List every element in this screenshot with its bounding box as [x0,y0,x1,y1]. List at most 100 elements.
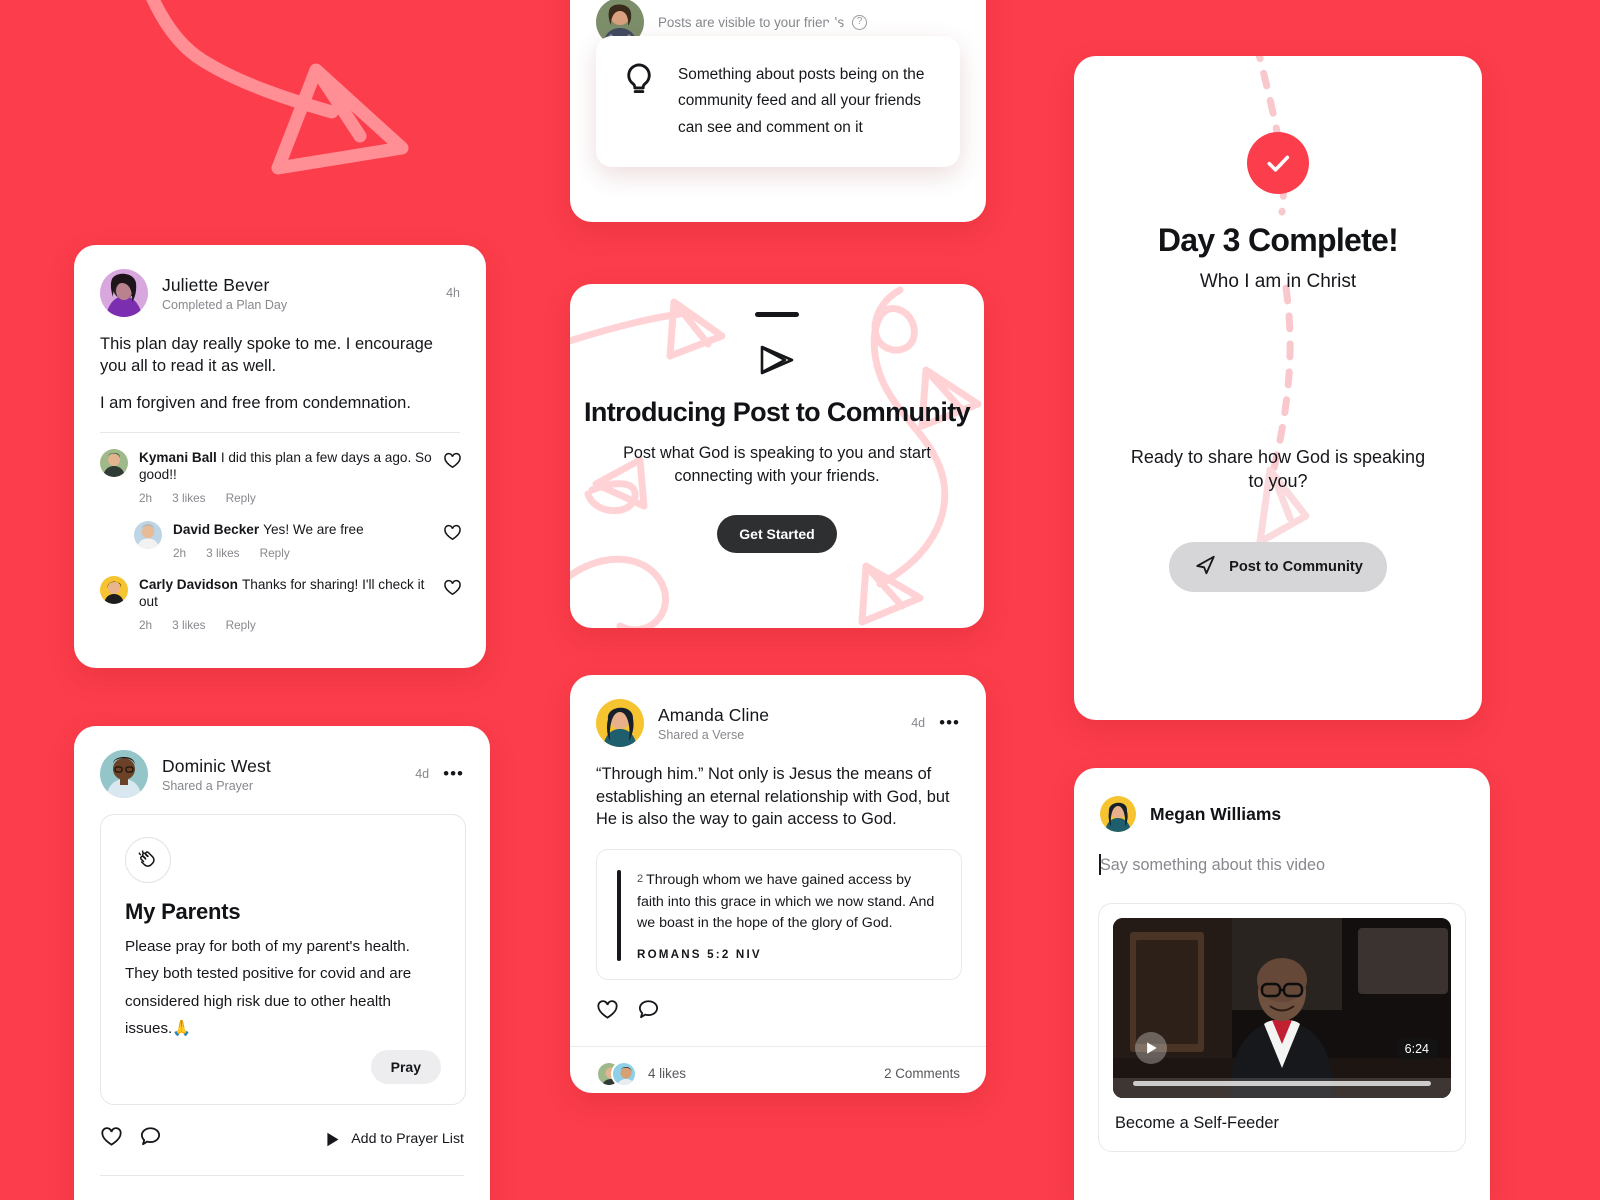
avatar[interactable] [100,448,128,477]
clapping-hands-icon [125,837,171,883]
comment-time: 2h [139,491,153,506]
day-complete-subtitle: Who I am in Christ [1199,271,1357,292]
comment-actions: 2h 3 likes Reply [139,491,435,505]
intro-title: Introducing Post to Community [583,397,971,427]
heart-icon[interactable] [443,451,462,475]
post-card-juliette[interactable]: Juliette Bever Completed a Plan Day 4h T… [74,245,486,668]
comment-bubble-icon[interactable] [637,998,660,1026]
overflow-menu-icon[interactable]: ••• [939,714,960,731]
screen: Juliette Bever Completed a Plan Day 4h T… [0,0,1600,1200]
day-complete-content: Day 3 Complete! Who I am in Christ Ready… [1074,56,1482,592]
play-triangle-icon [327,1132,339,1147]
video-thumbnail[interactable]: 6:24 [1113,918,1451,1098]
post-author-name: Dominic West [162,755,271,776]
comment-row[interactable]: Carly Davidson Thanks for sharing! I'll c… [74,560,486,632]
attached-video-card[interactable]: 6:24 Become a Self-Feeder [1098,903,1466,1152]
post-actions-left [100,1125,162,1153]
verse-quote: 2 Through whom we have gained access by f… [617,869,941,961]
comment-reply-button[interactable]: Reply [260,546,290,560]
heart-icon[interactable] [596,998,619,1026]
play-icon[interactable] [1135,1032,1167,1064]
day-complete-card[interactable]: Day 3 Complete! Who I am in Christ Ready… [1074,56,1482,720]
post-meta-right: 4d ••• [415,765,464,782]
avatar[interactable] [1100,796,1136,832]
send-arrow-icon [1193,554,1218,580]
avatar[interactable] [596,699,644,747]
get-started-button[interactable]: Get Started [717,514,837,553]
post-subtitle: Shared a Prayer [162,778,254,793]
post-author-name: Megan Williams [1150,803,1282,824]
intro-subtitle: Post what God is speaking to you and sta… [623,443,931,486]
comment-time: 2h [139,618,153,633]
add-to-prayer-list-button[interactable]: Add to Prayer List [324,1131,464,1148]
post-card-amanda[interactable]: Amanda Cline Shared a Verse 4d ••• “Thro… [570,675,986,1093]
comment-likes[interactable]: 3 likes [172,618,205,632]
post-subtitle: Shared a Verse [658,727,745,742]
add-to-prayer-list-label: Add to Prayer List [351,1131,464,1148]
video-title: Become a Self-Feeder [1115,1114,1279,1132]
comment-text: Carly Davidson Thanks for sharing! I'll c… [139,576,435,611]
video-duration: 6:24 [1396,1038,1437,1060]
question-mark-icon[interactable]: ? [852,14,868,30]
overflow-menu-icon[interactable]: ••• [443,765,464,782]
verse-reference: ROMANS 5:2 NIV [637,947,762,961]
post-to-community-button[interactable]: Post to Community [1169,541,1387,592]
comment-actions: 2h 3 likes Reply [139,618,435,632]
pray-row: Pray [125,1050,441,1085]
avatar [611,1060,637,1087]
avatar[interactable] [134,521,162,550]
intro-content: Introducing Post to Community Post what … [570,284,984,553]
prayer-title: My Parents [125,899,241,924]
comment-row[interactable]: David Becker Yes! We are free 2h 3 likes … [74,505,486,560]
comment-likes[interactable]: 3 likes [206,546,239,560]
post-timestamp: 4h [446,286,460,300]
comment-row[interactable]: Kymani Ball I did this plan a few days a … [74,433,486,505]
comment-actions: 2h 3 likes Reply [173,546,435,560]
video-post-card-megan[interactable]: Megan Williams Say something about this … [1074,768,1490,1200]
tooltip-pointer [818,16,848,38]
comment-text: Kymani Ball I did this plan a few days a … [139,449,435,484]
post-author-block: Amanda Cline Shared a Verse [658,705,911,742]
video-comment-input[interactable]: Say something about this video [1074,832,1490,875]
post-header: Megan Williams [1074,768,1490,832]
visibility-note-label: Posts are visible to your friends [658,14,845,30]
tooltip-text: Something about posts being on the commu… [678,66,925,136]
verse-box[interactable]: 2 Through whom we have gained access by f… [596,848,962,980]
day-complete-question: Ready to share how God is speaking to yo… [1130,447,1426,492]
comment-content: Carly Davidson Thanks for sharing! I'll c… [139,576,435,632]
checkmark-icon [1247,132,1309,194]
comment-reply-button[interactable]: Reply [226,618,256,632]
comment-likes[interactable]: 3 likes [172,491,205,505]
avatar[interactable] [100,575,128,604]
heart-icon[interactable] [443,523,462,547]
liker-avatar-stack[interactable] [596,1060,637,1087]
verse-text: 2 Through whom we have gained access by f… [637,870,941,935]
background-arrow-decoration [146,0,409,175]
post-timestamp: 4d [911,716,926,730]
pray-button[interactable]: Pray [370,1050,441,1085]
comment-bubble-icon[interactable] [139,1125,162,1153]
comments-count[interactable]: 2 Comments [884,1066,960,1081]
avatar[interactable] [100,269,148,317]
comment-reply-button[interactable]: Reply [226,491,256,505]
comment-body: Yes! We are free [263,522,364,538]
video-progress-bar[interactable] [1133,1081,1431,1086]
post-paragraph-1: This plan day really spoke to me. I enco… [100,335,433,376]
text-caret [1099,854,1101,875]
comment-author: Kymani Ball [139,449,217,465]
post-to-community-label: Post to Community [1229,558,1363,575]
heart-icon[interactable] [443,578,462,602]
post-actions [570,980,986,1026]
post-paragraph-2: I am forgiven and free from condemnation… [100,393,411,412]
likes-count[interactable]: 4 likes [648,1066,686,1081]
sheet-grabber[interactable] [755,312,799,317]
introducing-post-to-community-card[interactable]: Introducing Post to Community Post what … [570,284,984,628]
post-subtitle: Completed a Plan Day [162,297,288,312]
post-card-dominic[interactable]: Dominic West Shared a Prayer 4d ••• My P… [74,726,490,1200]
post-actions: Add to Prayer List [74,1105,490,1153]
comment-text: David Becker Yes! We are free [173,521,435,539]
visibility-tooltip[interactable]: Something about posts being on the commu… [596,36,960,168]
heart-icon[interactable] [100,1125,123,1153]
post-meta-right: 4h [446,286,460,300]
avatar[interactable] [100,750,148,798]
